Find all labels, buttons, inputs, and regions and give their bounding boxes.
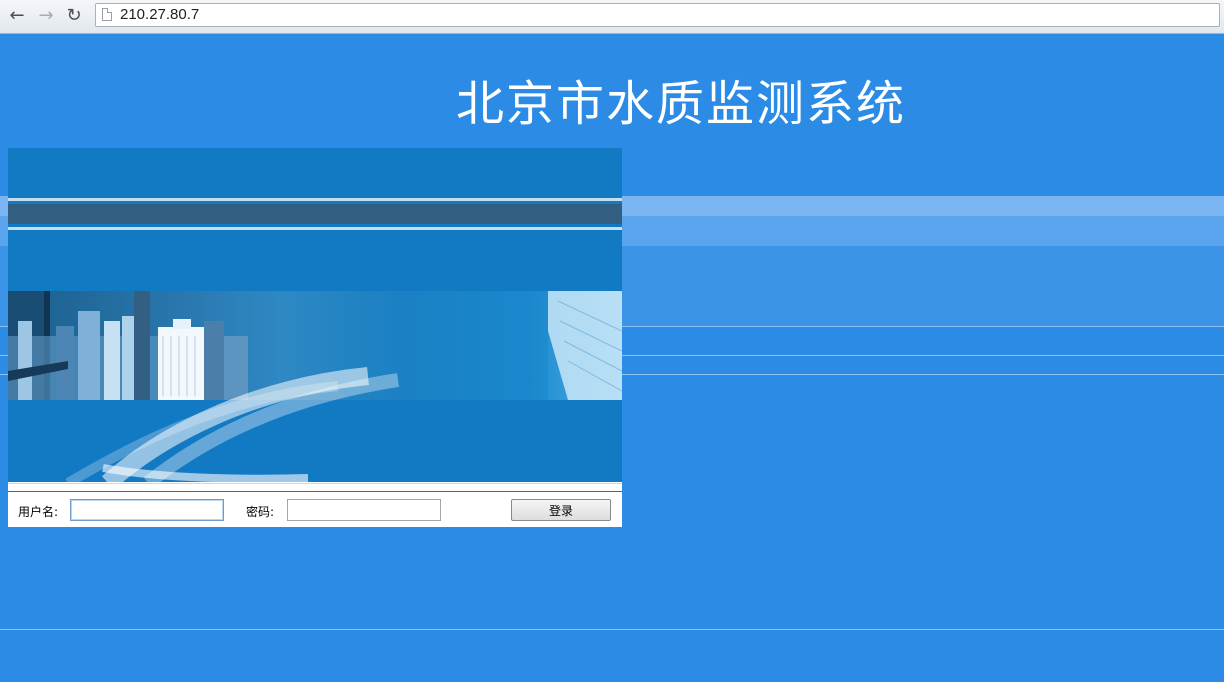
browser-toolbar: ← → ↻ 210.27.80.7 <box>0 0 1224 34</box>
reload-icon: ↻ <box>66 5 82 26</box>
password-input[interactable] <box>287 499 441 521</box>
arrow-right-icon: → <box>38 5 54 26</box>
background-divider <box>0 629 1224 630</box>
back-button[interactable]: ← <box>6 5 28 27</box>
banner-image <box>8 148 622 483</box>
password-label: 密码: <box>246 505 275 519</box>
login-form: 用户名: 密码: 登录 <box>8 483 622 527</box>
url-text: 210.27.80.7 <box>120 6 200 23</box>
page-icon <box>102 8 112 21</box>
reload-button[interactable]: ↻ <box>63 5 85 27</box>
login-top-line <box>8 491 622 492</box>
page-title: 北京市水质监测系统 <box>456 76 907 132</box>
forward-button[interactable]: → <box>35 5 57 27</box>
arrow-left-icon: ← <box>9 5 25 26</box>
decorative-curves <box>65 367 400 483</box>
address-bar[interactable]: 210.27.80.7 <box>95 3 1220 27</box>
login-button[interactable]: 登录 <box>511 499 611 521</box>
username-label: 用户名: <box>18 505 59 519</box>
username-input[interactable] <box>70 499 224 521</box>
